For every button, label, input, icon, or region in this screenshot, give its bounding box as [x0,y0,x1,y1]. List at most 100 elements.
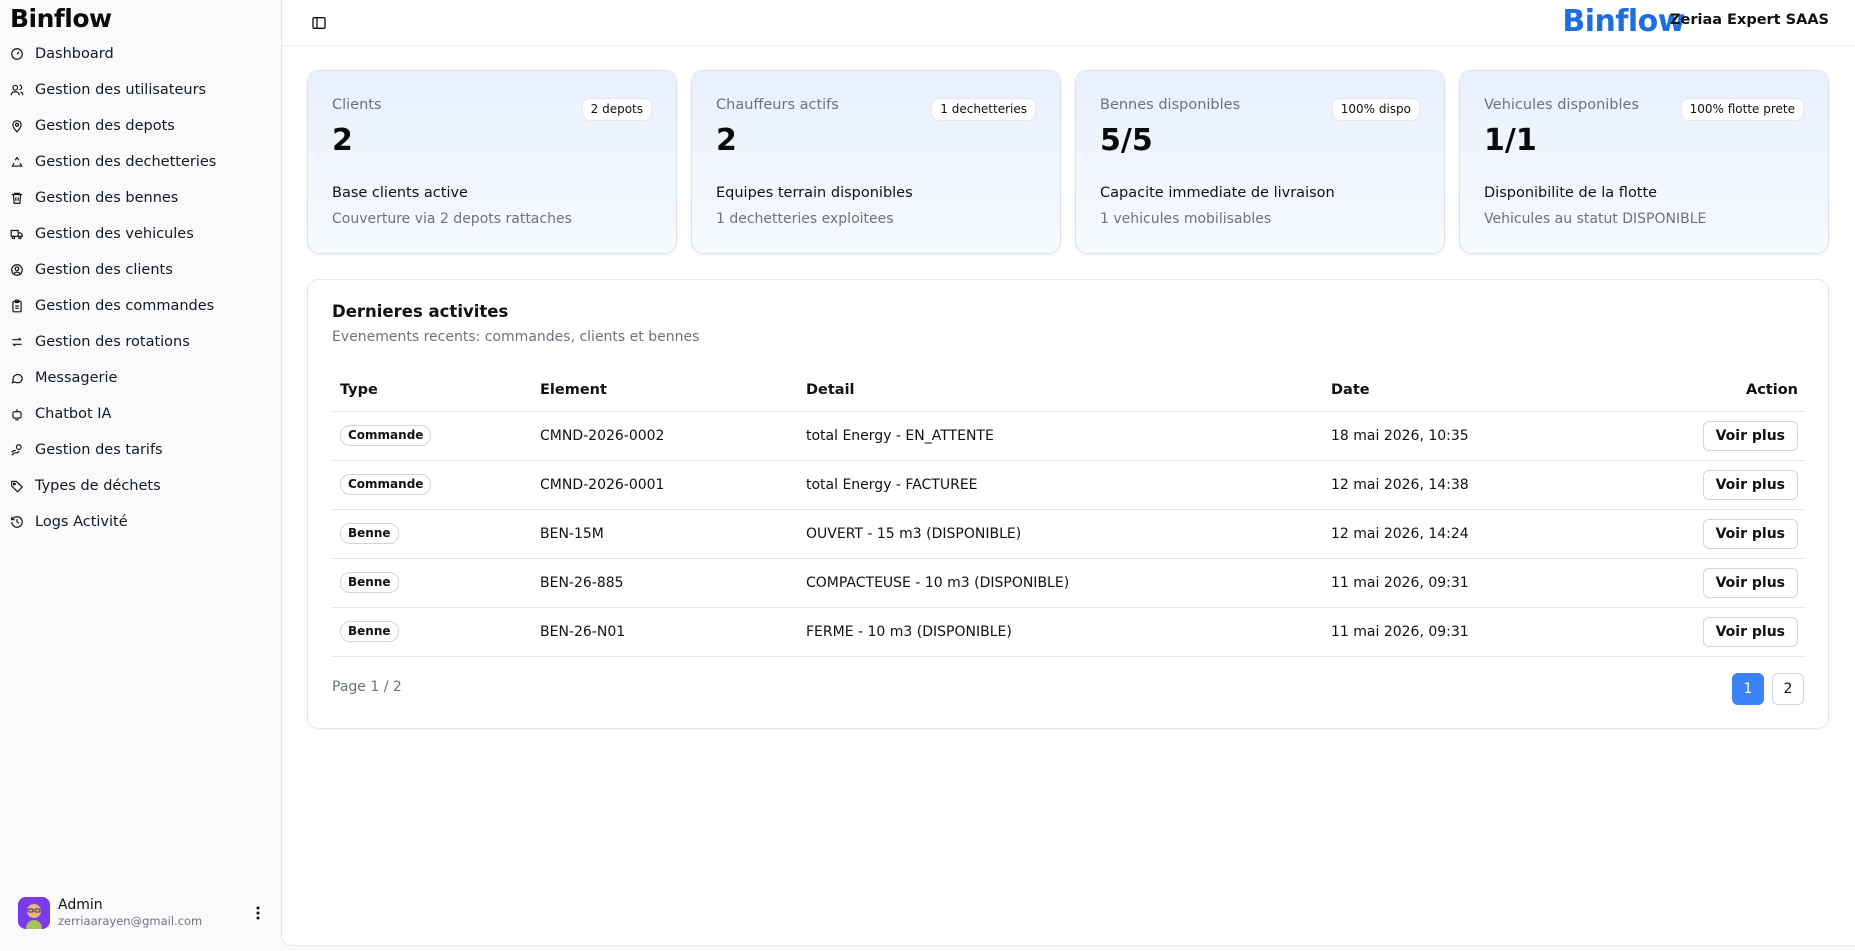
element-cell: BEN-26-N01 [532,607,798,657]
date-cell: 12 mai 2026, 14:24 [1323,509,1623,559]
voir-plus-button[interactable]: Voir plus [1702,469,1798,500]
arrows-icon [12,337,22,347]
element-cell: BEN-26-885 [532,558,798,608]
sidebar-item-messagerie[interactable]: Messagerie [0,360,281,396]
card-description: 1 dechetteries exploitees [716,211,894,227]
card-badge: 2 depots [581,98,652,121]
card-subtitle: Equipes terrain disponibles [716,185,913,201]
table-row: Commande CMND-2026-0002 total Energy - E… [332,411,1806,461]
sidebar-item-logs[interactable]: Logs Activité [0,504,281,540]
sidebar-item-label: Messagerie [35,370,118,386]
hand-coins-icon [11,444,22,456]
user-name: Admin [58,897,103,913]
card-label: Vehicules disponibles [1484,97,1639,113]
activity-panel: Dernieres activites Evenements recents: … [307,279,1829,729]
panel-title: Dernieres activites [332,302,509,321]
activity-table: Type Element Detail Date Action Commande… [332,370,1806,657]
column-header-detail: Detail [798,370,1323,412]
column-header-element: Element [532,370,798,412]
card-label: Clients [332,97,382,113]
detail-cell: COMPACTEUSE - 10 m3 (DISPONIBLE) [798,558,1323,608]
sidebar-item-rotations[interactable]: Gestion des rotations [0,324,281,360]
sidebar-item-label: Gestion des commandes [35,298,215,314]
stat-card-clients: Clients 2 depots 2 Base clients active C… [307,70,677,254]
date-cell: 11 mai 2026, 09:31 [1323,558,1623,608]
trash-icon [11,192,23,204]
sidebar-item-label: Gestion des depots [35,118,175,134]
card-subtitle: Capacite immediate de livraison [1100,185,1335,201]
sidebar-item-label: Gestion des dechetteries [35,154,217,170]
sidebar-item-label: Types de déchets [35,478,161,494]
voir-plus-button[interactable]: Voir plus [1702,518,1798,549]
card-label: Chauffeurs actifs [716,97,839,113]
sidebar-item-label: Gestion des vehicules [35,226,194,242]
dashboard-icon [11,48,23,60]
column-header-action: Action [1623,370,1806,412]
sidebar-item-types-dechets[interactable]: Types de déchets [0,468,281,504]
detail-cell: total Energy - FACTUREE [798,460,1323,510]
user-circle-icon [11,264,23,276]
panel-subtitle: Evenements recents: commandes, clients e… [332,329,700,345]
users-icon [10,84,24,96]
sidebar-item-label: Gestion des utilisateurs [35,82,207,98]
card-description: Couverture via 2 depots rattaches [332,211,572,227]
detail-cell: FERME - 10 m3 (DISPONIBLE) [798,607,1323,657]
sidebar-item-bennes[interactable]: Gestion des bennes [0,180,281,216]
more-vertical-icon[interactable] [248,901,268,925]
type-badge: Commande [340,425,432,446]
history-icon [11,516,23,528]
card-label: Bennes disponibles [1100,97,1241,113]
app-logo[interactable]: Binflow [10,4,112,33]
brand-name: Zeriaa Expert SAAS [1669,12,1829,28]
card-value: 2 [332,123,353,158]
tag-icon [11,480,24,493]
table-row: Benne BEN-15M OUVERT - 15 m3 (DISPONIBLE… [332,509,1806,559]
sidebar-item-label: Logs Activité [35,514,128,530]
sidebar-item-dashboard[interactable]: Dashboard [0,36,281,72]
detail-cell: total Energy - EN_ATTENTE [798,411,1323,461]
avatar [18,897,50,929]
element-cell: BEN-15M [532,509,798,559]
card-value: 5/5 [1100,123,1153,158]
brand-logo: Binflow [1562,4,1685,39]
column-header-type: Type [332,370,532,412]
sidebar-item-depots[interactable]: Gestion des depots [0,108,281,144]
element-cell: CMND-2026-0001 [532,460,798,510]
page-button-2[interactable]: 2 [1772,673,1804,705]
message-icon [11,373,23,384]
detail-cell: OUVERT - 15 m3 (DISPONIBLE) [798,509,1323,559]
sidebar-nav: Dashboard Gestion des utilisateurs Gesti… [0,36,281,540]
page-button-1[interactable]: 1 [1732,673,1764,705]
user-profile[interactable]: Admin zerriaarayen@gmail.com [18,893,268,933]
sidebar-item-chatbot[interactable]: Chatbot IA [0,396,281,432]
pagination: 1 2 [1732,673,1804,705]
voir-plus-button[interactable]: Voir plus [1702,616,1798,647]
element-cell: CMND-2026-0002 [532,411,798,461]
card-badge: 100% flotte prete [1680,98,1804,121]
voir-plus-button[interactable]: Voir plus [1702,567,1798,598]
card-badge: 100% dispo [1331,98,1420,121]
type-badge: Commande [340,474,432,495]
type-badge: Benne [340,572,399,593]
sidebar-item-vehicules[interactable]: Gestion des vehicules [0,216,281,252]
card-subtitle: Base clients active [332,185,468,201]
voir-plus-button[interactable]: Voir plus [1702,420,1798,451]
sidebar-item-label: Gestion des bennes [35,190,179,206]
type-badge: Benne [340,523,399,544]
sidebar-item-dechetteries[interactable]: Gestion des dechetteries [0,144,281,180]
date-cell: 11 mai 2026, 09:31 [1323,607,1623,657]
card-value: 2 [716,123,737,158]
map-pin-icon [12,120,22,133]
sidebar-item-label: Gestion des tarifs [35,442,163,458]
sidebar-item-commandes[interactable]: Gestion des commandes [0,288,281,324]
sidebar-item-clients[interactable]: Gestion des clients [0,252,281,288]
date-cell: 12 mai 2026, 14:38 [1323,460,1623,510]
sidebar-item-label: Chatbot IA [35,406,112,422]
sidebar-item-tarifs[interactable]: Gestion des tarifs [0,432,281,468]
sidebar-toggle-icon[interactable] [308,12,330,34]
table-header-row: Type Element Detail Date Action [332,370,1806,412]
sidebar-item-utilisateurs[interactable]: Gestion des utilisateurs [0,72,281,108]
card-value: 1/1 [1484,123,1537,158]
type-badge: Benne [340,621,399,642]
date-cell: 18 mai 2026, 10:35 [1323,411,1623,461]
